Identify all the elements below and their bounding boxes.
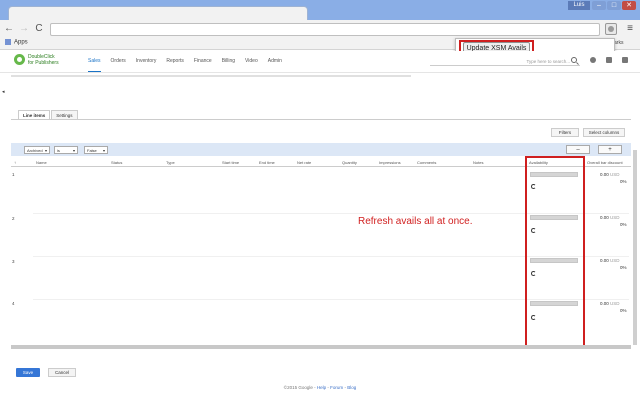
maximize-button[interactable]: □ <box>607 1 621 10</box>
discount-percent: 0% <box>620 265 627 270</box>
nav-billing[interactable]: Billing <box>222 58 235 72</box>
currency-label: USD <box>610 301 620 306</box>
amount-value: 0.00 <box>600 172 609 177</box>
amount-value: 0.00 <box>600 301 609 306</box>
save-button[interactable]: Save <box>16 368 40 377</box>
forward-arrow-icon[interactable]: → <box>18 23 30 35</box>
subtabs: Line items Settings <box>18 110 79 119</box>
nav-finance[interactable]: Finance <box>194 58 212 72</box>
col-quantity[interactable]: Quantity <box>342 160 357 165</box>
nav-video[interactable]: Video <box>245 58 258 72</box>
help-link[interactable]: Help <box>317 385 326 390</box>
minimize-button[interactable]: – <box>592 1 606 10</box>
remove-filter-button[interactable]: – <box>566 145 590 154</box>
currency-label: USD <box>610 258 620 263</box>
forum-link[interactable]: Forum <box>330 385 343 390</box>
search-icon[interactable] <box>571 57 577 63</box>
sort-icon[interactable]: ↑ <box>14 160 16 165</box>
col-net-rate[interactable]: Net rate <box>297 160 311 165</box>
annotation-text: Refresh avails all at once. <box>358 216 473 227</box>
row-number: 1 <box>12 172 15 177</box>
row-number: 4 <box>12 301 15 306</box>
other-bookmarks[interactable]: arks <box>614 40 623 46</box>
address-bar[interactable] <box>50 23 600 36</box>
highlight-box-availability <box>525 156 585 349</box>
col-end-time[interactable]: End time <box>259 160 275 165</box>
header-divider <box>11 75 411 77</box>
search-input[interactable]: Type here to search... <box>430 57 580 66</box>
discount-percent: 0% <box>620 222 627 227</box>
tab-settings[interactable]: Settings <box>51 110 78 119</box>
discount-amount: 0.00 USD <box>600 215 620 220</box>
apps-label: Apps <box>14 39 28 46</box>
col-start-time[interactable]: Start time <box>222 160 239 165</box>
filter-value-select[interactable]: False <box>84 146 108 154</box>
currency-label: USD <box>610 172 620 177</box>
row-number: 2 <box>12 216 15 221</box>
copyright-text: ©2015 Google - <box>283 385 316 390</box>
nav-reports[interactable]: Reports <box>166 58 184 72</box>
vertical-scrollbar[interactable] <box>633 150 637 345</box>
tab-line-items[interactable]: Line items <box>18 110 51 119</box>
col-status[interactable]: Status <box>111 160 122 165</box>
filter-operator-select[interactable]: is <box>54 146 78 154</box>
collapse-arrow-icon[interactable]: ◂ <box>2 89 5 95</box>
app-logo-text[interactable]: DoubleClick for Publishers <box>28 54 78 66</box>
back-arrow-icon[interactable]: ← <box>3 23 15 35</box>
nav-orders[interactable]: Orders <box>111 58 126 72</box>
nav-admin[interactable]: Admin <box>268 58 282 72</box>
settings-icon[interactable] <box>606 57 612 63</box>
main-nav: Sales Orders Inventory Reports Finance B… <box>88 58 292 72</box>
discount-percent: 0% <box>620 179 627 184</box>
currency-label: USD <box>610 215 620 220</box>
discount-amount: 0.00 USD <box>600 172 620 177</box>
browser-toolbar: ← → C ≡ <box>0 20 640 38</box>
reload-icon[interactable]: C <box>33 23 45 35</box>
add-filter-button[interactable]: + <box>598 145 622 154</box>
extension-icon[interactable] <box>605 23 617 35</box>
cancel-button[interactable]: Cancel <box>48 368 76 377</box>
discount-amount: 0.00 USD <box>600 301 620 306</box>
col-name[interactable]: Name <box>36 160 47 165</box>
close-window-button[interactable]: ✕ <box>622 1 636 10</box>
col-impressions[interactable]: Impressions <box>379 160 401 165</box>
browser-titlebar <box>0 0 640 20</box>
filters-button[interactable]: Filters <box>551 128 579 137</box>
blog-link[interactable]: Blog <box>347 385 356 390</box>
amount-value: 0.00 <box>600 215 609 220</box>
col-overall-bar-discount[interactable]: Overall bar discount <box>587 160 623 165</box>
profile-badge[interactable]: Luis <box>568 1 590 10</box>
logo-line-2: for Publishers <box>28 59 59 66</box>
apps-grid-icon <box>5 39 11 45</box>
page-footer: ©2015 Google - Help - Forum - Blog <box>0 385 640 390</box>
apps-shortcut[interactable]: Apps <box>5 39 28 46</box>
col-type[interactable]: Type <box>166 160 175 165</box>
filter-field-select[interactable]: Archived <box>24 146 50 154</box>
horizontal-scrollbar[interactable] <box>11 345 631 349</box>
discount-amount: 0.00 USD <box>600 258 620 263</box>
subtab-divider <box>11 119 631 120</box>
select-columns-button[interactable]: Select columns <box>583 128 625 137</box>
col-notes[interactable]: Notes <box>473 160 483 165</box>
dfp-logo-icon[interactable] <box>14 54 25 65</box>
nav-inventory[interactable]: Inventory <box>136 58 157 72</box>
nav-sales[interactable]: Sales <box>88 58 101 72</box>
account-icon[interactable] <box>622 57 628 63</box>
browser-tab[interactable] <box>8 6 308 20</box>
browser-menu-icon[interactable]: ≡ <box>624 23 636 35</box>
amount-value: 0.00 <box>600 258 609 263</box>
col-comments[interactable]: Comments <box>417 160 436 165</box>
row-number: 3 <box>12 259 15 264</box>
help-icon[interactable] <box>590 57 596 63</box>
discount-percent: 0% <box>620 308 627 313</box>
